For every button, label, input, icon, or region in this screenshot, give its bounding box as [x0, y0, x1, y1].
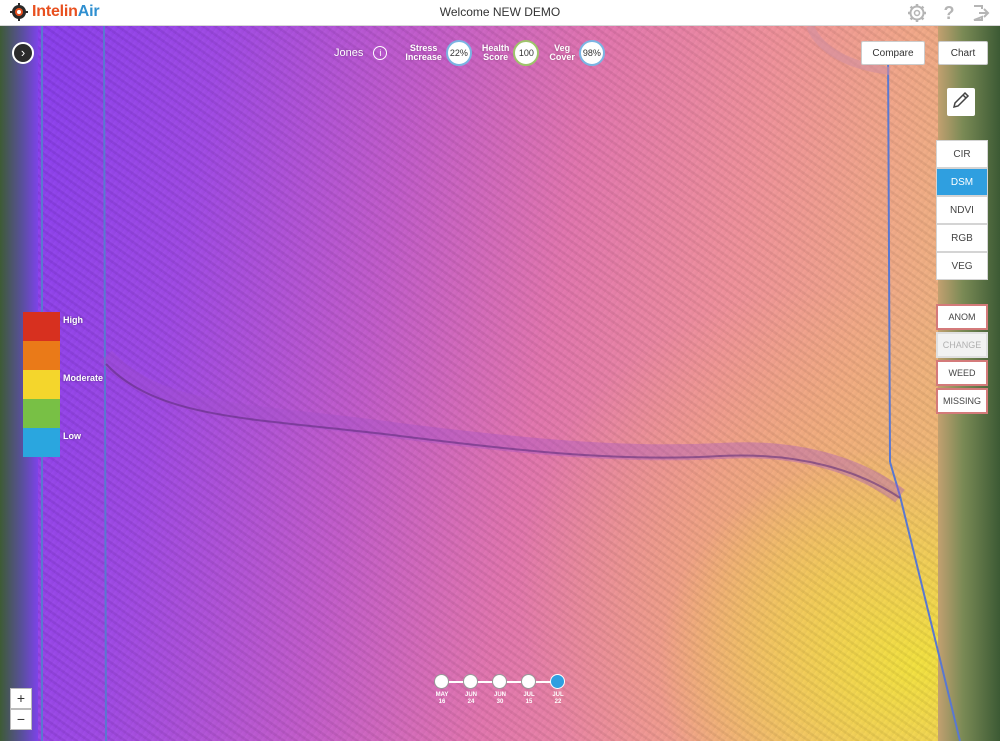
stat-value-circle: 100 [513, 40, 540, 66]
timeline-label-0: MAY 16 [432, 692, 452, 706]
gear-icon[interactable] [906, 2, 928, 24]
timeline-month: JUL [523, 692, 535, 698]
legend-swatch-moderate-low [23, 399, 60, 428]
timeline-dot-1[interactable] [463, 674, 478, 689]
stat-label: Veg Cover [549, 44, 575, 62]
pencil-icon [951, 90, 971, 115]
legend-swatch-high [23, 312, 60, 341]
timeline-day: 24 [467, 699, 475, 705]
layer-selector: CIR DSM NDVI RGB VEG [936, 140, 988, 280]
legend-label-low: Low [63, 431, 81, 441]
zoom-controls: + − [10, 688, 32, 730]
timeline-dot-2[interactable] [492, 674, 507, 689]
layer-ndvi-button[interactable]: NDVI [936, 196, 988, 224]
date-timeline: MAY 16 JUN 24 JUN 30 JUL 15 JUL 22 [430, 672, 570, 712]
stat-label-line2: Increase [405, 52, 442, 62]
color-legend: High Moderate Low [23, 312, 103, 457]
layer-dsm-button[interactable]: DSM [936, 168, 988, 196]
edit-button[interactable] [947, 88, 975, 116]
timeline-label-4: JUL 22 [548, 692, 568, 706]
field-boundaries [41, 26, 961, 741]
help-icon[interactable]: ? [938, 2, 960, 24]
zoom-in-button[interactable]: + [10, 688, 32, 709]
legend-label-moderate: Moderate [63, 373, 104, 383]
timeline-dot-0[interactable] [434, 674, 449, 689]
field-name: Jones [334, 47, 364, 59]
timeline-dot-4[interactable] [550, 674, 565, 689]
timeline-label-2: JUN 30 [490, 692, 510, 706]
timeline-label-3: JUL 15 [519, 692, 539, 706]
timeline-day: 22 [554, 699, 562, 705]
timeline-label-1: JUN 24 [461, 692, 481, 706]
layer-cir-button[interactable]: CIR [936, 140, 988, 168]
svg-text:?: ? [944, 3, 955, 23]
legend-swatch-high-moderate [23, 341, 60, 370]
layer-rgb-button[interactable]: RGB [936, 224, 988, 252]
timeline-day: 30 [496, 699, 504, 705]
stat-label-line2: Cover [549, 52, 575, 62]
field-map[interactable] [0, 26, 1000, 741]
zoom-out-button[interactable]: − [10, 709, 32, 730]
timeline-day: 15 [525, 699, 533, 705]
legend-swatch-moderate [23, 370, 60, 399]
stat-value-circle: 22% [445, 40, 472, 66]
timeline-month: JUN [464, 692, 477, 698]
weed-button[interactable]: WEED [936, 360, 988, 386]
stat-label: Stress Increase [405, 44, 442, 62]
legend-label-high: High [63, 315, 83, 325]
chevron-right-icon: › [20, 45, 26, 60]
timeline-dot-3[interactable] [521, 674, 536, 689]
top-header: IntelinAir Welcome NEW DEMO ? [0, 0, 1000, 26]
info-icon[interactable]: i [373, 46, 388, 60]
field-stats-bar: Jones i Stress Increase 22% Health Score… [334, 40, 609, 66]
stat-label-line2: Score [483, 52, 509, 62]
chart-button[interactable]: Chart [938, 41, 988, 65]
stat-health-score: Health Score 100 [482, 40, 540, 66]
timeline-day: 16 [438, 699, 446, 705]
app-window: IntelinAir Welcome NEW DEMO ? › Jones i … [0, 0, 1000, 741]
stat-value-circle: 98% [578, 40, 605, 66]
stat-stress-increase: Stress Increase 22% [405, 40, 472, 66]
missing-button[interactable]: MISSING [936, 388, 988, 414]
timeline-month: JUL [552, 692, 564, 698]
welcome-title: Welcome NEW DEMO [439, 5, 561, 19]
legend-swatch-low [23, 428, 60, 457]
header-icons: ? [906, 2, 992, 24]
anom-button[interactable]: ANOM [936, 304, 988, 330]
analysis-selector: ANOM CHANGE WEED MISSING [936, 304, 988, 416]
compare-button[interactable]: Compare [861, 41, 925, 65]
timeline-month: JUN [493, 692, 506, 698]
stat-veg-cover: Veg Cover 98% [549, 40, 605, 66]
timeline-month: MAY [435, 692, 449, 698]
sidebar-toggle-button[interactable]: › [12, 42, 34, 64]
stat-label: Health Score [482, 44, 510, 62]
change-button: CHANGE [936, 332, 988, 358]
layer-veg-button[interactable]: VEG [936, 252, 988, 280]
logout-icon[interactable] [970, 2, 992, 24]
